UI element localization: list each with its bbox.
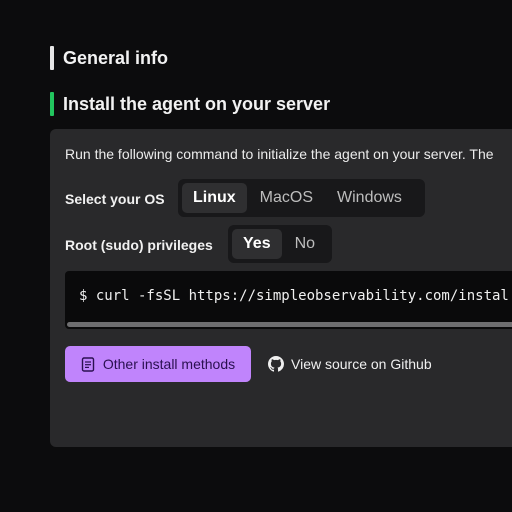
github-link-label: View source on Github bbox=[291, 356, 432, 372]
install-agent-title: Install the agent on your server bbox=[63, 93, 331, 114]
root-option-yes[interactable]: Yes bbox=[232, 229, 282, 259]
general-info-title: General info bbox=[63, 47, 169, 68]
os-option-macos[interactable]: MacOS bbox=[249, 183, 324, 213]
os-option-linux[interactable]: Linux bbox=[182, 183, 247, 213]
root-privileges-label: Root (sudo) privileges bbox=[65, 237, 213, 253]
install-command: $ curl -fsSL https://simpleobservability… bbox=[79, 288, 509, 304]
document-icon bbox=[81, 356, 95, 372]
os-label: Select your OS bbox=[65, 191, 165, 207]
os-option-windows[interactable]: Windows bbox=[326, 183, 413, 213]
section-accent-bar bbox=[50, 46, 54, 70]
section-accent-bar bbox=[50, 92, 54, 116]
other-install-methods-label: Other install methods bbox=[102, 356, 236, 372]
install-command-block[interactable]: $ curl -fsSL https://simpleobservability… bbox=[65, 271, 512, 329]
other-install-methods-button[interactable]: Other install methods bbox=[65, 346, 251, 382]
root-privileges-selector: Yes No bbox=[228, 225, 332, 263]
view-source-github-link[interactable]: View source on Github bbox=[268, 346, 432, 382]
root-option-no[interactable]: No bbox=[284, 229, 326, 259]
os-selector: Linux MacOS Windows bbox=[178, 179, 425, 217]
general-info-heading: General info bbox=[50, 46, 168, 70]
horizontal-scrollbar[interactable] bbox=[67, 322, 512, 327]
github-icon bbox=[268, 356, 284, 372]
install-card: Run the following command to initialize … bbox=[50, 129, 512, 447]
install-agent-heading: Install the agent on your server bbox=[50, 92, 330, 116]
install-instructions: Run the following command to initialize … bbox=[65, 146, 494, 162]
